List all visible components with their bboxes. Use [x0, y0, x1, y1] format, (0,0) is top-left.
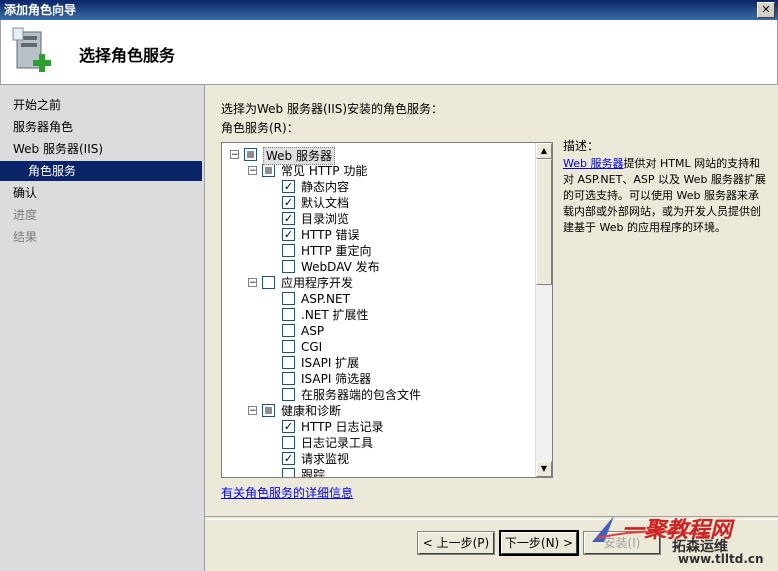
tree-row[interactable]: 跟踪 [222, 467, 536, 478]
tree-row[interactable]: WebDAV 发布 [222, 259, 536, 275]
wizard-nav: 开始之前 服务器角色 Web 服务器(IIS) 角色服务 确认 进度 结果 [0, 85, 205, 571]
tree-item-label: Web 服务器 [263, 147, 335, 165]
tree-item-label: WebDAV 发布 [301, 260, 380, 274]
checkbox[interactable] [282, 340, 295, 353]
tree-item-label: ISAPI 扩展 [301, 356, 360, 370]
checkbox[interactable] [262, 276, 275, 289]
tree-item-label: ISAPI 筛选器 [301, 372, 372, 386]
nav-item[interactable]: 结果 [0, 227, 202, 247]
scroll-thumb[interactable] [536, 159, 552, 285]
tree-item-label: 静态内容 [301, 180, 350, 194]
tree-row[interactable]: ✓ 请求监视 [222, 451, 536, 467]
nav-item[interactable]: 服务器角色 [0, 117, 202, 137]
checkbox[interactable] [282, 356, 295, 369]
checkbox[interactable] [282, 372, 295, 385]
tree-row[interactable]: ✓ 目录浏览 [222, 211, 536, 227]
collapse-icon[interactable]: − [230, 150, 239, 160]
checkbox[interactable] [282, 388, 295, 401]
tree-row[interactable]: ✓ HTTP 错误 [222, 227, 536, 243]
nav-item[interactable]: 确认 [0, 183, 202, 203]
tree-row[interactable]: ✓ 静态内容 [222, 179, 536, 195]
nav-item[interactable]: Web 服务器(IIS) [0, 139, 202, 159]
tree-row[interactable]: HTTP 重定向 [222, 243, 536, 259]
scroll-up-button[interactable]: ▲ [536, 143, 552, 159]
watermark-url: www.tlltd.cn [678, 552, 764, 566]
tree-item-label: HTTP 错误 [301, 228, 360, 242]
tree-item-label: 默认文档 [301, 196, 350, 210]
checkbox[interactable] [282, 292, 295, 305]
checkbox[interactable] [282, 436, 295, 449]
role-services-tree[interactable]: 跟踪 ✓ 请求监视 日志记录工具 ✓ HTTP 日志记录 − 健康和诊断 在服务器端的包含文件 I… [221, 142, 553, 478]
tree-row[interactable]: 日志记录工具 [222, 435, 536, 451]
tree-item-label: ASP [301, 324, 325, 338]
checkbox[interactable] [244, 148, 257, 161]
role-services-label: 角色服务(R)： [221, 121, 299, 135]
close-button[interactable]: ✕ [757, 2, 775, 18]
tree-row[interactable]: .NET 扩展性 [222, 307, 536, 323]
description-heading: 描述： [563, 139, 600, 153]
description-panel: 描述： Web 服务器提供对 HTML 网站的支持和对 ASP.NET、ASP … [563, 138, 768, 236]
tree-row[interactable]: − Web 服务器 [222, 147, 536, 165]
tree-item-label: 常见 HTTP 功能 [281, 164, 368, 178]
tree-row[interactable]: ISAPI 筛选器 [222, 371, 536, 387]
more-info-link[interactable]: 有关角色服务的详细信息 [221, 484, 353, 501]
checkbox[interactable] [282, 324, 295, 337]
checkbox[interactable]: ✓ [282, 228, 295, 241]
instruction-text: 选择为Web 服务器(IIS)安装的角色服务： [221, 102, 444, 116]
nav-item[interactable]: 进度 [0, 205, 202, 225]
description-body: Web 服务器提供对 HTML 网站的支持和对 ASP.NET、ASP 以及 W… [563, 156, 768, 236]
tree-row[interactable]: − 常见 HTTP 功能 [222, 163, 536, 179]
title-bar: 添加角色向导 ✕ [0, 0, 778, 20]
tree-item-label: 目录浏览 [301, 212, 350, 226]
collapse-icon[interactable]: − [248, 278, 257, 288]
tree-row[interactable]: 在服务器端的包含文件 [222, 387, 536, 403]
checkbox[interactable] [282, 260, 295, 273]
scroll-down-button[interactable]: ▼ [536, 461, 552, 477]
server-role-add-icon [12, 27, 51, 72]
checkbox[interactable]: ✓ [282, 180, 295, 193]
tree-item-label: 请求监视 [301, 452, 350, 466]
checkbox[interactable]: ✓ [282, 420, 295, 433]
tree-row[interactable]: ISAPI 扩展 [222, 355, 536, 371]
checkbox[interactable] [282, 468, 295, 477]
tree-item-label: ASP.NET [301, 292, 350, 306]
tree-row[interactable]: − 健康和诊断 [222, 403, 536, 419]
tree-row[interactable]: − 应用程序开发 [222, 275, 536, 291]
tree-item-label: 应用程序开发 [281, 276, 354, 290]
checkbox[interactable] [262, 404, 275, 417]
description-link[interactable]: Web 服务器 [563, 157, 623, 170]
checkbox[interactable] [282, 244, 295, 257]
nav-item[interactable]: 角色服务 [0, 161, 202, 181]
tree-row[interactable]: ASP.NET [222, 291, 536, 307]
checkbox[interactable] [262, 164, 275, 177]
tree-row[interactable]: ✓ 默认文档 [222, 195, 536, 211]
checkbox[interactable]: ✓ [282, 212, 295, 225]
tree-item-label: HTTP 日志记录 [301, 420, 384, 434]
next-button[interactable]: 下一步(N) > [499, 530, 579, 556]
tree-row[interactable]: ✓ HTTP 日志记录 [222, 419, 536, 435]
tree-row[interactable]: CGI [222, 339, 536, 355]
tree-item-label: .NET 扩展性 [301, 308, 369, 322]
checkbox[interactable] [282, 308, 295, 321]
window-title: 添加角色向导 [4, 3, 77, 17]
tree-item-label: 健康和诊断 [281, 404, 342, 418]
checkbox[interactable]: ✓ [282, 196, 295, 209]
wizard-header: 选择角色服务 [0, 20, 778, 85]
tree-item-label: HTTP 重定向 [301, 244, 372, 258]
collapse-icon[interactable]: − [248, 166, 257, 176]
prev-button[interactable]: < 上一步(P) [417, 531, 495, 555]
tree-item-label: 在服务器端的包含文件 [301, 388, 422, 402]
tree-item-label: 日志记录工具 [301, 436, 374, 450]
tree-scrollbar[interactable]: ▲ ▼ [535, 143, 552, 477]
tree-item-label: 跟踪 [301, 468, 326, 478]
page-title: 选择角色服务 [79, 46, 176, 65]
checkbox[interactable]: ✓ [282, 452, 295, 465]
nav-item[interactable]: 开始之前 [0, 95, 202, 115]
tree-item-label: CGI [301, 340, 323, 354]
tree-row[interactable]: ASP [222, 323, 536, 339]
collapse-icon[interactable]: − [248, 406, 257, 416]
